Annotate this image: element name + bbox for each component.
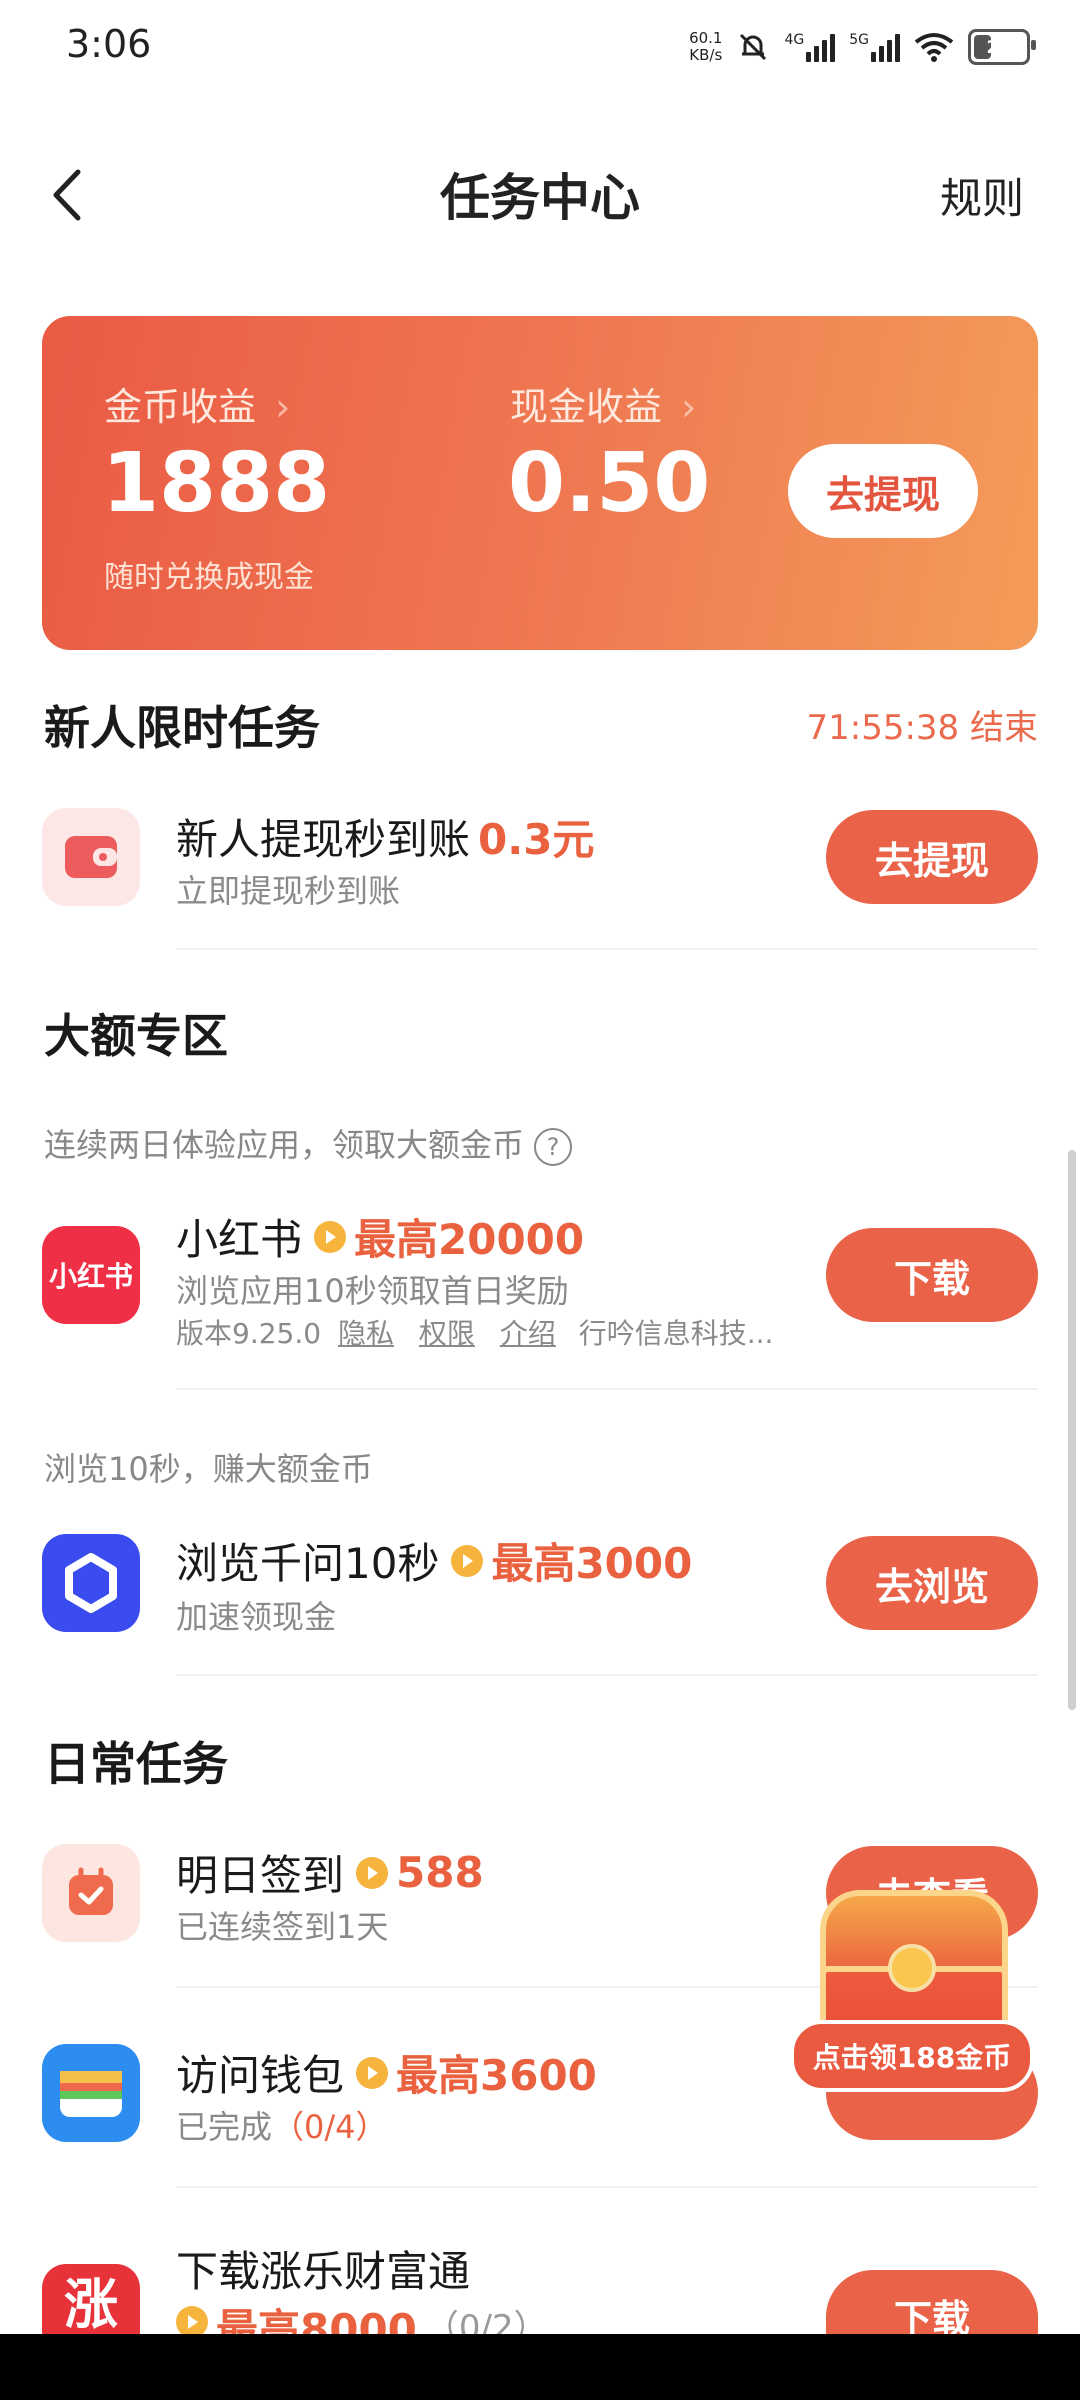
xhs-download-button[interactable]: 下载 [826,1228,1038,1322]
coin-icon [451,1544,484,1577]
page-title: 任务中心 [440,169,640,227]
wallet-task-icon [42,808,140,906]
coin-earnings-label: 金币收益 [104,385,257,429]
big-hint-2: 浏览10秒，赚大额金币 [44,1450,373,1488]
earnings-banner: 金币收益 › 1888 随时兑换成现金 现金收益 › 0.50 去提现 [42,316,1038,650]
signal-4g-icon: 4G [784,32,836,62]
qianwen-browse-button[interactable]: 去浏览 [826,1536,1038,1630]
coin-icon [356,2056,389,2089]
play-coin-icon [888,1944,936,1992]
daily-section-title: 日常任务 [44,1737,228,1791]
big-section-title: 大额专区 [44,1009,228,1063]
wallet-reward: 最高3600 [396,2051,597,2100]
qianwen-reward: 最高3000 [491,1539,693,1588]
signal-5g-icon: 5G [849,32,900,62]
xhs-reward: 最高20000 [354,1215,585,1264]
signin-task-sub: 已连续签到1天 [176,1908,389,1946]
newbie-task-title: 新人提现秒到账 0.3元 [176,806,594,867]
zhangle-reward-row: 最高8000 （0/2） [176,2296,548,2334]
help-icon[interactable]: ? [534,1128,573,1166]
wallet-task-title: 访问钱包 最高3600 [176,2042,597,2103]
qianwen-task-sub: 加速领现金 [176,1598,337,1636]
status-icons: 60.1 KB/s 4G 5G 27 [689,22,1036,72]
permission-link[interactable]: 权限 [419,1317,475,1350]
rules-link[interactable]: 规则 [940,165,1024,226]
wallet-task-sub: 已完成（0/4） [176,2108,388,2146]
wallet-progress: （0/4） [272,2108,388,2146]
battery-icon: 27 [968,29,1036,65]
bell-muted-icon [740,33,767,61]
cash-earnings-value: 0.50 [508,436,711,531]
divider [176,2186,1038,2188]
xhs-app-meta: 版本9.25.0 隐私 权限 介绍 行吟信息科技... [176,1317,774,1350]
big-hint-1: 连续两日体验应用，领取大额金币? [44,1120,573,1166]
status-time: 3:06 [66,22,152,66]
signin-reward: 588 [396,1848,484,1897]
divider [176,1674,1038,1676]
zhangle-download-button[interactable]: 下载 [826,2270,1038,2341]
system-nav-bar [0,2334,1080,2400]
coin-earnings-value: 1888 [102,436,331,531]
treasure-chest-popup[interactable]: 点击领188金币 [790,1880,1040,2110]
qianwen-task-title: 浏览千问10秒 最高3000 [176,1530,692,1591]
countdown-timer: 71:55:38 结束 [806,708,1038,748]
wallet-app-icon [42,2044,140,2142]
chevron-right-icon: › [275,385,291,429]
newbie-section-title: 新人限时任务 [44,701,320,755]
coin-earnings-link[interactable]: 金币收益 › [104,376,290,431]
newbie-withdraw-button[interactable]: 去提现 [826,810,1038,904]
zhangle-task-title: 下载涨乐财富通 [176,2247,471,2296]
cash-earnings-label: 现金收益 [510,385,663,429]
qianwen-app-icon [42,1534,140,1632]
privacy-link[interactable]: 隐私 [338,1317,394,1350]
coin-icon [314,1220,347,1253]
net-speed: 60.1 KB/s [689,29,723,64]
wifi-icon [914,33,954,62]
divider [176,1388,1038,1390]
zhangle-app-icon: 涨 [42,2264,140,2334]
scrollbar[interactable] [1068,1150,1076,1710]
developer-name: 行吟信息科技... [578,1317,774,1350]
chevron-right-icon: › [681,385,697,429]
cash-earnings-link[interactable]: 现金收益 › [510,376,696,431]
xhs-task-title: 小红书 最高20000 [176,1206,584,1267]
signin-task-title: 明日签到 588 [176,1848,484,1900]
xhs-task-sub: 浏览应用10秒领取首日奖励 [176,1272,569,1310]
calendar-icon [42,1844,140,1942]
newbie-task-amount: 0.3元 [478,815,595,864]
divider [176,948,1038,950]
xiaohongshu-app-icon: 小红书 [42,1226,140,1324]
banner-withdraw-button[interactable]: 去提现 [788,444,978,538]
newbie-task-sub: 立即提现秒到账 [176,872,401,910]
coin-icon [176,2306,208,2334]
coin-exchange-hint: 随时兑换成现金 [104,560,314,595]
intro-link[interactable]: 介绍 [500,1317,556,1350]
treasure-claim-label[interactable]: 点击领188金币 [790,2020,1034,2092]
coin-icon [356,1856,389,1889]
